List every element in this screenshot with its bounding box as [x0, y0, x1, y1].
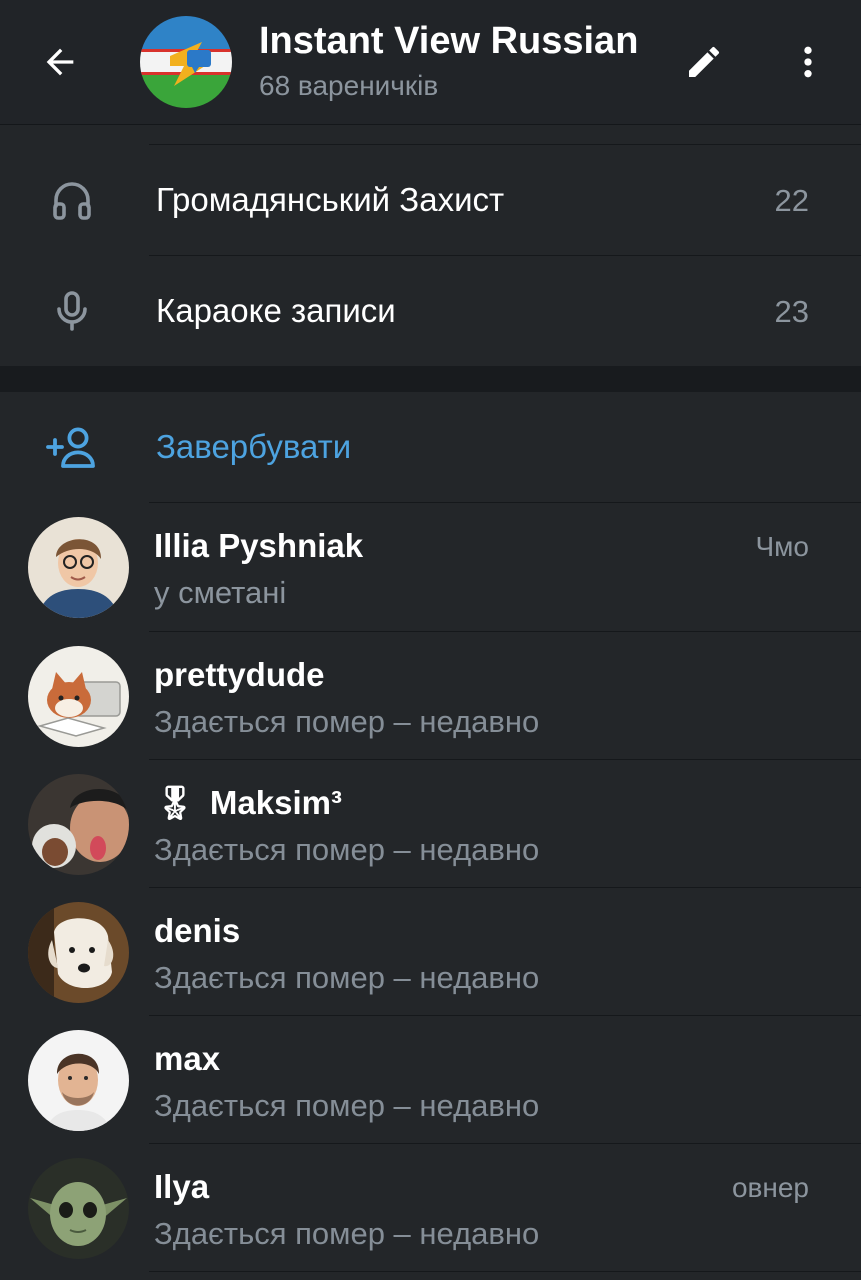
arrow-left-icon — [46, 48, 74, 76]
headphones-icon — [44, 172, 100, 228]
member-count: 68 вареничків — [259, 70, 439, 101]
member-row[interactable]: prettydude Здається помер – недавно — [0, 632, 861, 760]
more-vert-icon — [804, 46, 812, 78]
members-section: Завербувати Illia Pyshniak у сметані Чмо — [0, 392, 861, 1280]
row-label: Караоке записи — [156, 292, 396, 329]
avatar — [28, 1158, 129, 1259]
member-status: у сметані — [154, 575, 287, 610]
row-count: 22 — [774, 183, 809, 218]
back-button[interactable] — [30, 32, 90, 92]
member-status: Здається помер – недавно — [154, 1216, 540, 1251]
top-app-bar: Instant View Russian 68 вареничків — [0, 0, 861, 125]
invite-label: Завербувати — [156, 428, 352, 465]
member-status: Здається помер – недавно — [154, 1088, 540, 1123]
member-name: 🎖 Maksim³ — [154, 784, 342, 823]
member-status: Здається помер – недавно — [154, 960, 540, 995]
row-label: Громадянський Захист — [156, 181, 505, 218]
member-name: Illia Pyshniak — [154, 527, 364, 564]
member-role: Чмо — [755, 531, 809, 562]
edit-button[interactable] — [678, 36, 730, 88]
medal-icon: 🎖 — [154, 784, 196, 821]
member-row[interactable]: max Здається помер – недавно — [0, 1016, 861, 1144]
row-count: 23 — [774, 294, 809, 329]
member-name: denis — [154, 912, 241, 949]
divider — [149, 1271, 861, 1272]
member-row[interactable]: 🎖 Maksim³ Здається помер – недавно — [0, 760, 861, 888]
row-karaoke[interactable]: Караоке записи 23 — [0, 256, 861, 366]
member-row[interactable]: Ilya Здається помер – недавно овнер — [0, 1144, 861, 1272]
member-status: Здається помер – недавно — [154, 832, 540, 867]
avatar — [28, 646, 129, 747]
group-avatar[interactable] — [140, 16, 232, 108]
member-name: prettydude — [154, 656, 325, 693]
section-gap — [0, 366, 861, 392]
row-civil-defense[interactable]: Громадянський Захист 22 — [0, 145, 861, 255]
group-title: Instant View Russian — [259, 20, 639, 62]
microphone-icon — [44, 283, 100, 339]
add-user-icon — [44, 419, 100, 475]
avatar — [28, 1030, 129, 1131]
member-row[interactable]: Illia Pyshniak у сметані Чмо — [0, 503, 861, 631]
avatar — [28, 517, 129, 618]
member-name: Ilya — [154, 1168, 210, 1205]
member-name-text: Maksim³ — [209, 784, 342, 821]
avatar — [28, 902, 129, 1003]
invite-button[interactable]: Завербувати — [0, 392, 861, 502]
settings-section: Громадянський Захист 22 Караоке записи 2… — [0, 125, 861, 366]
avatar — [28, 774, 129, 875]
more-options-button[interactable] — [782, 36, 834, 88]
pencil-icon — [689, 46, 720, 77]
member-name: max — [154, 1040, 221, 1077]
member-status: Здається помер – недавно — [154, 704, 540, 739]
member-role: овнер — [731, 1172, 809, 1203]
member-row[interactable]: denis Здається помер – недавно — [0, 888, 861, 1016]
